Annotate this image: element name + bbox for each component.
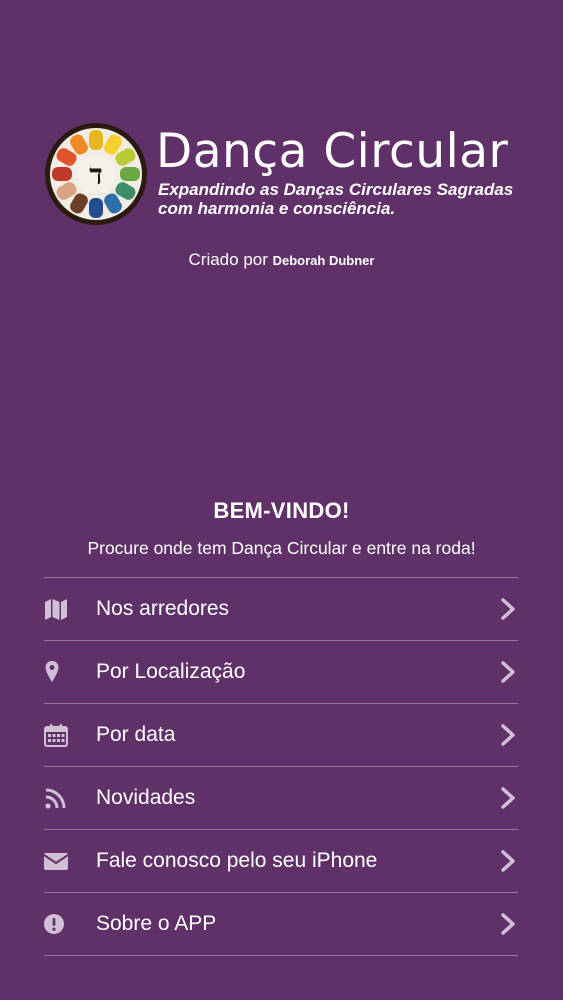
chevron-right-icon [501,661,515,683]
menu-item-contact[interactable]: Fale conosco pelo seu iPhone [44,830,518,893]
menu-item-label: Nos arredores [96,597,230,620]
credit-prefix: Criado por [188,250,268,269]
welcome-title: BEM-VINDO! [213,498,350,523]
chevron-right-icon [501,724,515,746]
menu-item-label: Novidades [96,786,196,809]
menu-item-label: Sobre o APP [96,912,217,935]
chevron-right-icon [501,850,515,872]
chevron-right-icon [501,598,515,620]
envelope-icon [44,849,68,873]
main-menu: Nos arredores Por Localização Por data N… [44,577,518,956]
app-tagline: Expandindo as Danças Circulares Sagradas… [158,180,528,218]
tagline-line-1: Expandindo as Danças Circulares Sagradas [158,180,514,199]
app-title: Dança Circular [156,124,509,179]
info-exclamation-icon [44,912,68,936]
menu-item-about[interactable]: Sobre o APP [44,893,518,956]
location-pin-icon [44,660,68,684]
chevron-right-icon [501,787,515,809]
app-screen: ד Dança Circular Expandindo as Danças Ci… [0,0,563,1000]
menu-item-label: Fale conosco pelo seu iPhone [96,849,378,872]
chevron-right-icon [501,913,515,935]
menu-item-location[interactable]: Por Localização [44,641,518,704]
map-icon [44,597,68,621]
welcome-subtitle: Procure onde tem Dança Circular e entre … [87,538,476,558]
menu-item-news[interactable]: Novidades [44,767,518,830]
app-logo: ד Dança Circular Expandindo as Danças Ci… [44,122,524,226]
tagline-line-2: com harmonia e consciência. [158,199,396,218]
menu-item-nearby[interactable]: Nos arredores [44,578,518,641]
menu-item-label: Por Localização [96,660,246,683]
credit-author: Deborah Dubner [272,253,375,268]
calendar-icon [44,723,68,747]
author-credit: Criado por Deborah Dubner [0,250,563,270]
menu-item-label: Por data [96,723,176,746]
emblem-letter: ד [89,158,102,191]
dance-wheel-logo-icon: ד [45,123,147,225]
rss-icon [44,786,68,810]
menu-item-by-date[interactable]: Por data [44,704,518,767]
